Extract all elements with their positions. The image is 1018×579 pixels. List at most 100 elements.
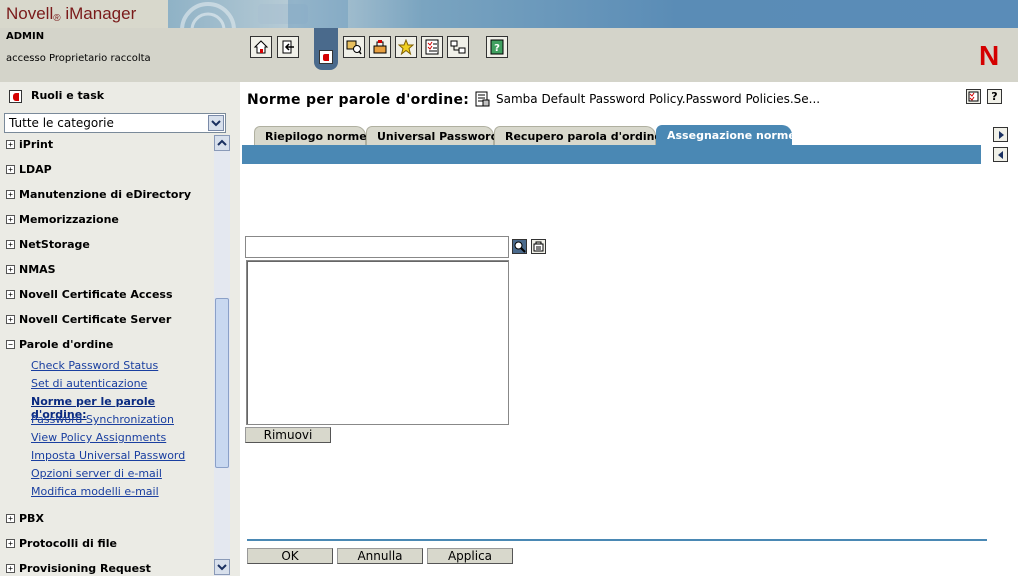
banner-art (168, 0, 348, 28)
object-history-icon[interactable] (531, 239, 546, 254)
tab-password-recovery[interactable]: Recupero parola d'ordine (494, 126, 662, 146)
category-pbx[interactable]: + PBX (0, 509, 214, 529)
roles-tasks-icon (319, 50, 333, 64)
expand-icon[interactable]: + (6, 265, 15, 274)
apply-button[interactable]: Applica (427, 548, 513, 564)
expand-icon[interactable]: + (6, 315, 15, 324)
configure-icon (373, 40, 387, 54)
tab-universal-password[interactable]: Universal Password (366, 126, 498, 146)
expand-icon[interactable]: + (6, 539, 15, 548)
category-label: Novell Certificate Server (19, 313, 172, 326)
category-label: NMAS (19, 263, 56, 276)
ok-button[interactable]: OK (247, 548, 333, 564)
tab-content-band (242, 145, 981, 164)
tab-policy-summary[interactable]: Riepilogo norme (254, 126, 367, 146)
view-objects-button[interactable] (343, 36, 365, 58)
hierarchy-button[interactable] (447, 36, 469, 58)
scroll-down-icon[interactable] (214, 559, 230, 575)
category-passwords[interactable]: − Parole d'ordine (0, 335, 214, 355)
category-provisioning-request[interactable]: + Provisioning Request (0, 559, 214, 579)
expand-icon[interactable]: + (6, 240, 15, 249)
scroll-up-icon[interactable] (214, 135, 230, 151)
category-certificate-server[interactable]: + Novell Certificate Server (0, 310, 214, 330)
exit-button[interactable] (277, 36, 299, 58)
favorites-icon (398, 39, 414, 55)
expand-icon[interactable]: + (6, 564, 15, 573)
view-objects-icon (346, 40, 362, 55)
user-name: ADMIN (6, 31, 45, 42)
category-file-protocols[interactable]: + Protocolli di file (0, 534, 214, 554)
expand-icon[interactable]: + (6, 215, 15, 224)
task-list-icon (425, 39, 439, 55)
home-button[interactable] (250, 36, 272, 58)
novell-logo: N (979, 40, 1000, 71)
policy-name: Samba Default Password Policy.Password P… (496, 92, 821, 106)
task-list-icon[interactable] (966, 89, 981, 104)
category-label: Novell Certificate Access (19, 288, 173, 301)
category-label: Manutenzione di eDirectory (19, 188, 192, 201)
favorites-button[interactable] (395, 36, 417, 58)
category-select-value: Tutte le categorie (9, 116, 114, 130)
scrollbar-thumb[interactable] (215, 298, 229, 468)
expand-icon[interactable]: + (6, 290, 15, 299)
category-label: iPrint (19, 138, 54, 151)
help-book-button[interactable]: ? (486, 36, 508, 58)
sidebar-scrollbar[interactable] (214, 135, 230, 576)
category-label: NetStorage (19, 238, 90, 251)
expand-icon[interactable]: + (6, 514, 15, 523)
category-storage[interactable]: + Memorizzazione (0, 210, 214, 230)
category-netstorage[interactable]: + NetStorage (0, 235, 214, 255)
cancel-button[interactable]: Annulla (337, 548, 423, 564)
brand-registered: ® (53, 13, 61, 24)
task-password-synchronization[interactable]: Password Synchronization (31, 413, 174, 426)
category-certificate-access[interactable]: + Novell Certificate Access (0, 285, 214, 305)
task-set-universal-password[interactable]: Imposta Universal Password (31, 449, 185, 462)
expand-icon[interactable]: + (6, 140, 15, 149)
app-header: Novell® iManager ADMIN accesso Proprieta… (0, 0, 1018, 82)
category-iprint[interactable]: + iPrint (0, 135, 214, 155)
object-selector-input[interactable] (245, 236, 509, 258)
task-authentication-set[interactable]: Set di autenticazione (31, 377, 147, 390)
roles-tasks-button[interactable] (314, 28, 338, 70)
hierarchy-icon (450, 40, 466, 54)
task-edit-email-templates[interactable]: Modifica modelli e-mail (31, 485, 159, 498)
task-check-password-status[interactable]: Check Password Status (31, 359, 158, 372)
exit-icon (282, 40, 294, 54)
tab-scroll-right-icon[interactable] (993, 127, 1008, 142)
category-edirectory-maintenance[interactable]: + Manutenzione di eDirectory (0, 185, 214, 205)
task-list-button[interactable] (421, 36, 443, 58)
category-label: PBX (19, 512, 44, 525)
tab-scroll-left-icon[interactable] (993, 147, 1008, 162)
help-book-icon: ? (490, 39, 504, 55)
search-icon[interactable] (512, 239, 527, 254)
task-email-server-options[interactable]: Opzioni server di e-mail (31, 467, 162, 480)
configure-button[interactable] (369, 36, 391, 58)
help-icon[interactable]: ? (987, 89, 1002, 104)
category-ldap[interactable]: + LDAP (0, 160, 214, 180)
expand-icon[interactable]: + (6, 165, 15, 174)
category-select[interactable]: Tutte le categorie (4, 113, 226, 133)
tab-policy-assignment[interactable]: Assegnazione norme (656, 125, 796, 146)
user-info: ADMIN accesso Proprietario raccolta (0, 28, 240, 82)
svg-text:?: ? (494, 43, 500, 54)
collapse-icon[interactable]: − (6, 340, 15, 349)
sidebar-title: Ruoli e task (31, 89, 105, 102)
footer-divider (247, 539, 987, 541)
category-nmas[interactable]: + NMAS (0, 260, 214, 280)
roles-tasks-icon (9, 90, 22, 103)
sidebar-header: Ruoli e task (0, 82, 240, 110)
category-label: Protocolli di file (19, 537, 117, 550)
brand-logo: Novell® iManager (0, 0, 168, 28)
sidebar: Ruoli e task Tutte le categorie + iPrint… (0, 82, 240, 576)
assigned-objects-list[interactable] (246, 260, 509, 425)
main-content: Norme per parole d'ordine: Samba Default… (240, 82, 1018, 576)
task-view-policy-assignments[interactable]: View Policy Assignments (31, 431, 166, 444)
main-toolbar: ? (240, 28, 964, 82)
expand-icon[interactable]: + (6, 190, 15, 199)
product-name: iManager (65, 4, 137, 23)
remove-button[interactable]: Rimuovi (245, 427, 331, 443)
chevron-down-icon[interactable] (208, 115, 224, 131)
policy-icon (475, 91, 490, 107)
category-label: Memorizzazione (19, 213, 119, 226)
category-label: Parole d'ordine (19, 338, 114, 351)
